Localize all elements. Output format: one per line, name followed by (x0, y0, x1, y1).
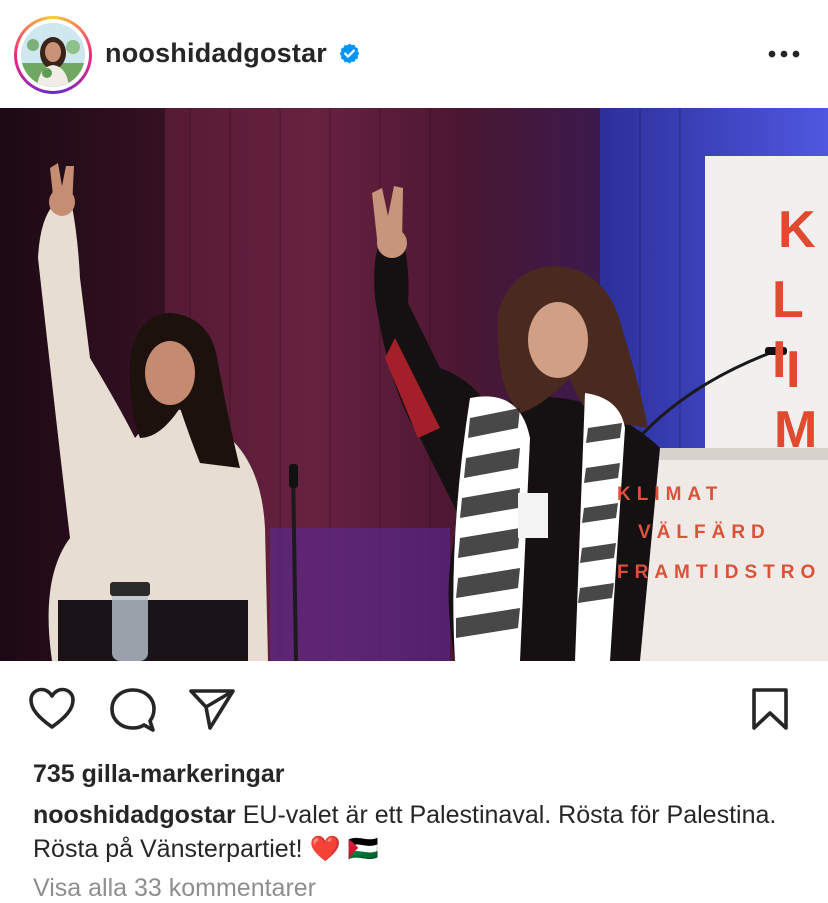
more-dots-icon[interactable] (764, 42, 804, 66)
caption-username[interactable]: nooshidadgostar (33, 801, 236, 829)
likes-count[interactable]: 735 gilla-markeringar (33, 760, 285, 789)
avatar[interactable] (21, 23, 85, 87)
story-ring[interactable] (14, 16, 92, 94)
banner-letter-i: I (786, 341, 801, 399)
view-comments-link[interactable]: Visa alla 33 kommentarer (33, 874, 316, 903)
banner-letter-m: M (774, 401, 818, 459)
post-action-bar (0, 661, 828, 761)
podium-line-2: VÄLFÄRD (638, 522, 771, 543)
avatar-image (21, 23, 85, 87)
avatar-gap (17, 19, 89, 91)
banner-letter-k: K (778, 201, 816, 259)
podium-line-3: FRAMTIDSTRO (617, 562, 822, 583)
post-photo[interactable]: K L I I M KLIMAT VÄLFÄRD FRAMTIDSTRO (0, 108, 828, 661)
comment-icon[interactable] (110, 687, 156, 733)
send-icon[interactable] (188, 687, 236, 731)
podium-line-1: KLIMAT (617, 484, 724, 505)
post-header: nooshidadgostar (0, 0, 828, 108)
heart-icon[interactable] (28, 687, 76, 731)
verified-badge-icon (339, 43, 360, 64)
post-username[interactable]: nooshidadgostar (105, 38, 327, 69)
post-caption: nooshidadgostar EU-valet är ett Palestin… (33, 798, 803, 866)
bookmark-icon[interactable] (750, 687, 790, 731)
